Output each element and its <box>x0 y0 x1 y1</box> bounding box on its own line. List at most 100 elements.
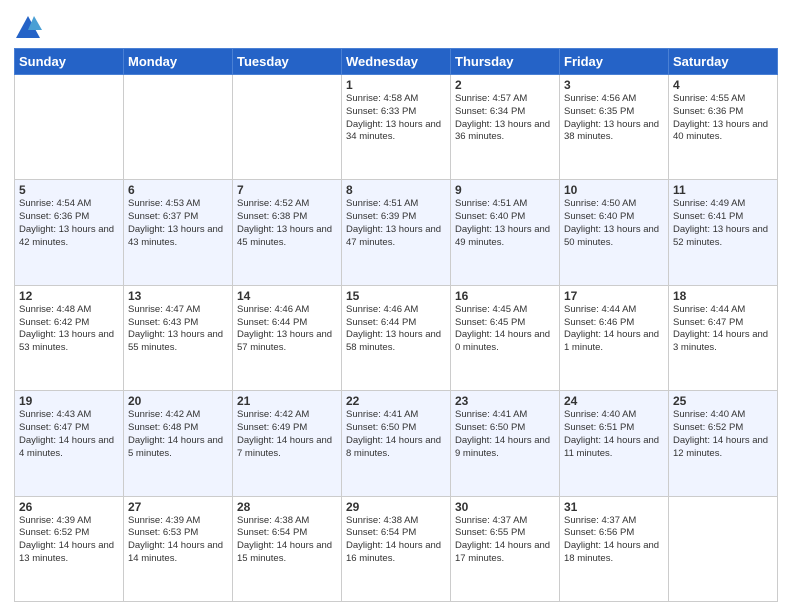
weekday-header-sunday: Sunday <box>15 49 124 75</box>
day-info: Sunrise: 4:42 AM Sunset: 6:49 PM Dayligh… <box>237 409 337 460</box>
day-info: Sunrise: 4:42 AM Sunset: 6:48 PM Dayligh… <box>128 409 228 460</box>
day-cell-26: 26Sunrise: 4:39 AM Sunset: 6:52 PM Dayli… <box>15 496 124 601</box>
day-number: 14 <box>237 289 337 303</box>
day-number: 26 <box>19 500 119 514</box>
day-number: 31 <box>564 500 664 514</box>
empty-cell <box>669 496 778 601</box>
header <box>14 10 778 42</box>
day-cell-7: 7Sunrise: 4:52 AM Sunset: 6:38 PM Daylig… <box>233 180 342 285</box>
day-cell-8: 8Sunrise: 4:51 AM Sunset: 6:39 PM Daylig… <box>342 180 451 285</box>
day-cell-15: 15Sunrise: 4:46 AM Sunset: 6:44 PM Dayli… <box>342 285 451 390</box>
logo-icon <box>14 14 42 42</box>
day-info: Sunrise: 4:58 AM Sunset: 6:33 PM Dayligh… <box>346 93 446 144</box>
day-info: Sunrise: 4:37 AM Sunset: 6:56 PM Dayligh… <box>564 515 664 566</box>
day-number: 6 <box>128 183 228 197</box>
day-cell-20: 20Sunrise: 4:42 AM Sunset: 6:48 PM Dayli… <box>124 391 233 496</box>
day-cell-16: 16Sunrise: 4:45 AM Sunset: 6:45 PM Dayli… <box>451 285 560 390</box>
weekday-header-tuesday: Tuesday <box>233 49 342 75</box>
day-info: Sunrise: 4:44 AM Sunset: 6:47 PM Dayligh… <box>673 304 773 355</box>
day-number: 2 <box>455 78 555 92</box>
day-info: Sunrise: 4:41 AM Sunset: 6:50 PM Dayligh… <box>346 409 446 460</box>
day-info: Sunrise: 4:50 AM Sunset: 6:40 PM Dayligh… <box>564 198 664 249</box>
empty-cell <box>233 75 342 180</box>
day-number: 15 <box>346 289 446 303</box>
day-number: 5 <box>19 183 119 197</box>
day-cell-9: 9Sunrise: 4:51 AM Sunset: 6:40 PM Daylig… <box>451 180 560 285</box>
day-number: 19 <box>19 394 119 408</box>
day-cell-29: 29Sunrise: 4:38 AM Sunset: 6:54 PM Dayli… <box>342 496 451 601</box>
day-number: 20 <box>128 394 228 408</box>
day-cell-11: 11Sunrise: 4:49 AM Sunset: 6:41 PM Dayli… <box>669 180 778 285</box>
day-cell-6: 6Sunrise: 4:53 AM Sunset: 6:37 PM Daylig… <box>124 180 233 285</box>
day-info: Sunrise: 4:38 AM Sunset: 6:54 PM Dayligh… <box>346 515 446 566</box>
day-info: Sunrise: 4:55 AM Sunset: 6:36 PM Dayligh… <box>673 93 773 144</box>
day-number: 22 <box>346 394 446 408</box>
day-info: Sunrise: 4:51 AM Sunset: 6:39 PM Dayligh… <box>346 198 446 249</box>
day-cell-4: 4Sunrise: 4:55 AM Sunset: 6:36 PM Daylig… <box>669 75 778 180</box>
day-info: Sunrise: 4:52 AM Sunset: 6:38 PM Dayligh… <box>237 198 337 249</box>
day-number: 21 <box>237 394 337 408</box>
day-info: Sunrise: 4:43 AM Sunset: 6:47 PM Dayligh… <box>19 409 119 460</box>
day-info: Sunrise: 4:57 AM Sunset: 6:34 PM Dayligh… <box>455 93 555 144</box>
day-info: Sunrise: 4:54 AM Sunset: 6:36 PM Dayligh… <box>19 198 119 249</box>
day-number: 12 <box>19 289 119 303</box>
day-cell-5: 5Sunrise: 4:54 AM Sunset: 6:36 PM Daylig… <box>15 180 124 285</box>
day-info: Sunrise: 4:40 AM Sunset: 6:51 PM Dayligh… <box>564 409 664 460</box>
day-number: 23 <box>455 394 555 408</box>
day-cell-17: 17Sunrise: 4:44 AM Sunset: 6:46 PM Dayli… <box>560 285 669 390</box>
day-number: 13 <box>128 289 228 303</box>
day-cell-13: 13Sunrise: 4:47 AM Sunset: 6:43 PM Dayli… <box>124 285 233 390</box>
day-number: 27 <box>128 500 228 514</box>
empty-cell <box>124 75 233 180</box>
day-number: 1 <box>346 78 446 92</box>
calendar-table: SundayMondayTuesdayWednesdayThursdayFrid… <box>14 48 778 602</box>
day-info: Sunrise: 4:37 AM Sunset: 6:55 PM Dayligh… <box>455 515 555 566</box>
day-number: 28 <box>237 500 337 514</box>
week-row-1: 1Sunrise: 4:58 AM Sunset: 6:33 PM Daylig… <box>15 75 778 180</box>
day-info: Sunrise: 4:41 AM Sunset: 6:50 PM Dayligh… <box>455 409 555 460</box>
day-number: 8 <box>346 183 446 197</box>
day-info: Sunrise: 4:39 AM Sunset: 6:53 PM Dayligh… <box>128 515 228 566</box>
day-info: Sunrise: 4:47 AM Sunset: 6:43 PM Dayligh… <box>128 304 228 355</box>
weekday-header-friday: Friday <box>560 49 669 75</box>
day-number: 18 <box>673 289 773 303</box>
week-row-4: 19Sunrise: 4:43 AM Sunset: 6:47 PM Dayli… <box>15 391 778 496</box>
day-info: Sunrise: 4:45 AM Sunset: 6:45 PM Dayligh… <box>455 304 555 355</box>
day-info: Sunrise: 4:48 AM Sunset: 6:42 PM Dayligh… <box>19 304 119 355</box>
day-cell-14: 14Sunrise: 4:46 AM Sunset: 6:44 PM Dayli… <box>233 285 342 390</box>
day-cell-25: 25Sunrise: 4:40 AM Sunset: 6:52 PM Dayli… <box>669 391 778 496</box>
week-row-3: 12Sunrise: 4:48 AM Sunset: 6:42 PM Dayli… <box>15 285 778 390</box>
day-cell-1: 1Sunrise: 4:58 AM Sunset: 6:33 PM Daylig… <box>342 75 451 180</box>
day-cell-28: 28Sunrise: 4:38 AM Sunset: 6:54 PM Dayli… <box>233 496 342 601</box>
day-cell-24: 24Sunrise: 4:40 AM Sunset: 6:51 PM Dayli… <box>560 391 669 496</box>
day-info: Sunrise: 4:53 AM Sunset: 6:37 PM Dayligh… <box>128 198 228 249</box>
day-number: 25 <box>673 394 773 408</box>
day-info: Sunrise: 4:51 AM Sunset: 6:40 PM Dayligh… <box>455 198 555 249</box>
day-number: 30 <box>455 500 555 514</box>
day-info: Sunrise: 4:46 AM Sunset: 6:44 PM Dayligh… <box>346 304 446 355</box>
day-number: 9 <box>455 183 555 197</box>
day-number: 17 <box>564 289 664 303</box>
day-info: Sunrise: 4:46 AM Sunset: 6:44 PM Dayligh… <box>237 304 337 355</box>
day-info: Sunrise: 4:38 AM Sunset: 6:54 PM Dayligh… <box>237 515 337 566</box>
day-cell-3: 3Sunrise: 4:56 AM Sunset: 6:35 PM Daylig… <box>560 75 669 180</box>
day-cell-18: 18Sunrise: 4:44 AM Sunset: 6:47 PM Dayli… <box>669 285 778 390</box>
day-info: Sunrise: 4:56 AM Sunset: 6:35 PM Dayligh… <box>564 93 664 144</box>
day-cell-22: 22Sunrise: 4:41 AM Sunset: 6:50 PM Dayli… <box>342 391 451 496</box>
day-cell-31: 31Sunrise: 4:37 AM Sunset: 6:56 PM Dayli… <box>560 496 669 601</box>
day-cell-19: 19Sunrise: 4:43 AM Sunset: 6:47 PM Dayli… <box>15 391 124 496</box>
day-cell-23: 23Sunrise: 4:41 AM Sunset: 6:50 PM Dayli… <box>451 391 560 496</box>
weekday-header-thursday: Thursday <box>451 49 560 75</box>
day-info: Sunrise: 4:44 AM Sunset: 6:46 PM Dayligh… <box>564 304 664 355</box>
empty-cell <box>15 75 124 180</box>
day-number: 7 <box>237 183 337 197</box>
week-row-2: 5Sunrise: 4:54 AM Sunset: 6:36 PM Daylig… <box>15 180 778 285</box>
weekday-header-saturday: Saturday <box>669 49 778 75</box>
day-info: Sunrise: 4:49 AM Sunset: 6:41 PM Dayligh… <box>673 198 773 249</box>
day-cell-30: 30Sunrise: 4:37 AM Sunset: 6:55 PM Dayli… <box>451 496 560 601</box>
day-number: 3 <box>564 78 664 92</box>
day-number: 16 <box>455 289 555 303</box>
day-cell-12: 12Sunrise: 4:48 AM Sunset: 6:42 PM Dayli… <box>15 285 124 390</box>
day-cell-2: 2Sunrise: 4:57 AM Sunset: 6:34 PM Daylig… <box>451 75 560 180</box>
day-info: Sunrise: 4:40 AM Sunset: 6:52 PM Dayligh… <box>673 409 773 460</box>
